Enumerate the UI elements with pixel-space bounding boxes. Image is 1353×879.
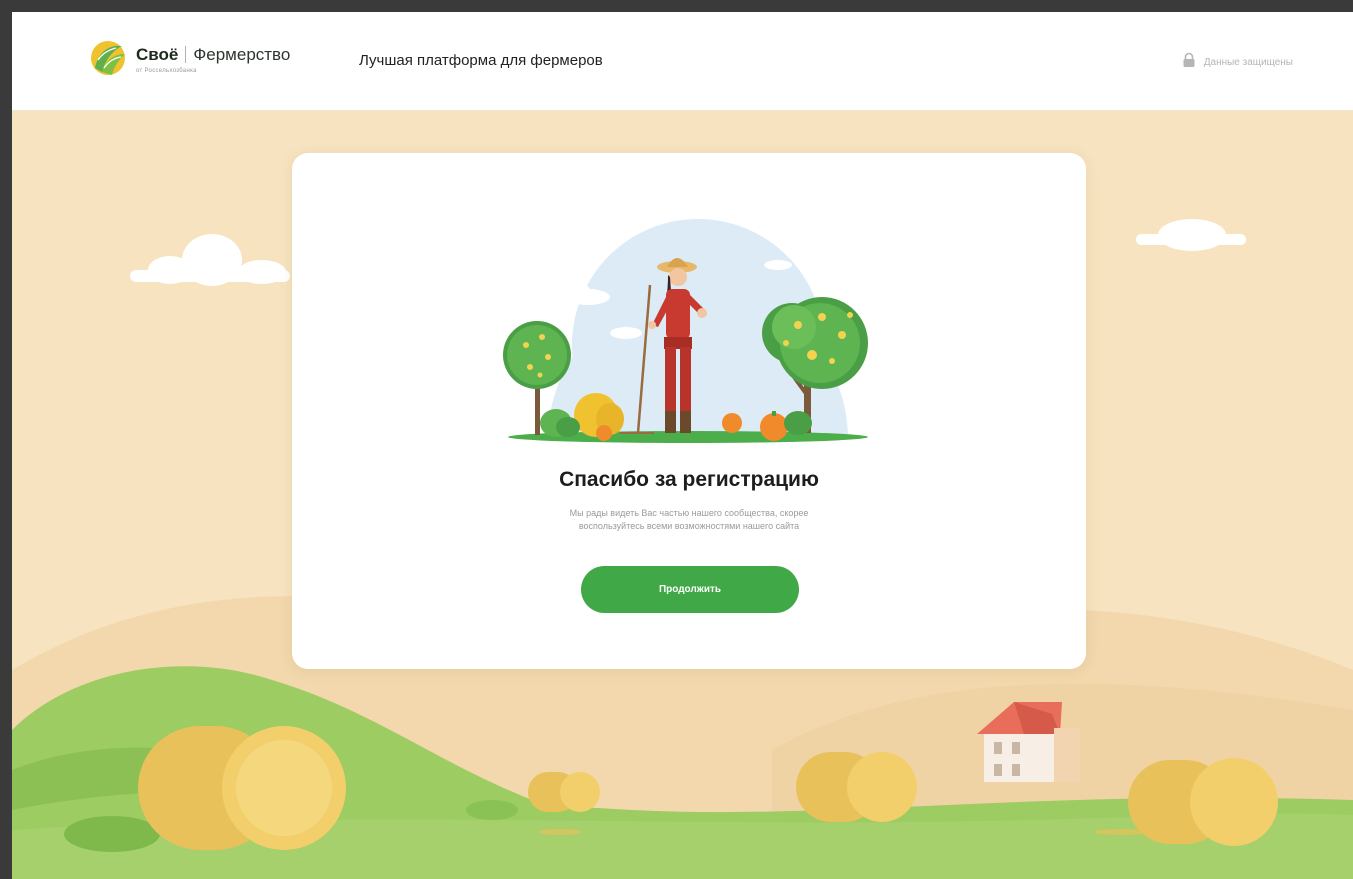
farmer-illustration <box>502 219 876 445</box>
cloud-right <box>1136 219 1246 251</box>
header-tagline: Лучшая платформа для фермеров <box>359 52 603 69</box>
brand-logo[interactable]: Своё Фермерство от Россельхозбанка <box>88 38 338 88</box>
leaf-logo-icon <box>91 41 125 75</box>
lock-icon <box>1183 52 1195 67</box>
hay-bale-medium <box>796 752 917 822</box>
hay-bale-right <box>1128 758 1278 846</box>
success-description-line-2: воспользуйтесь всеми возможностями нашег… <box>578 521 800 531</box>
success-title: Спасибо за регистрацию <box>559 468 819 491</box>
app-frame: Своё Фермерство от Россельхозбанка Лучшая… <box>12 12 1353 879</box>
top-header: Своё Фермерство от Россельхозбанка Лучшая… <box>12 12 1353 111</box>
cloud-left <box>130 234 290 286</box>
secure-data-indicator: Данные защищены <box>1182 52 1293 70</box>
hay-bale-small <box>528 772 600 812</box>
continue-button[interactable]: Продолжить <box>581 566 799 613</box>
brand-subtitle: от Россельхозбанка <box>136 68 197 74</box>
registration-success-card: Спасибо за регистрацию Мы рады видеть Ва… <box>292 153 1086 669</box>
brand-divider <box>185 46 187 63</box>
success-description: Мы рады видеть Вас частью нашего сообщес… <box>509 507 869 533</box>
brand-product: Фермерство <box>193 45 291 64</box>
secure-label: Данные защищены <box>1203 57 1293 68</box>
hay-bale-large <box>138 726 346 850</box>
brand-name: Своё <box>136 45 179 64</box>
success-description-line-1: Мы рады видеть Вас частью нашего сообщес… <box>569 508 809 518</box>
